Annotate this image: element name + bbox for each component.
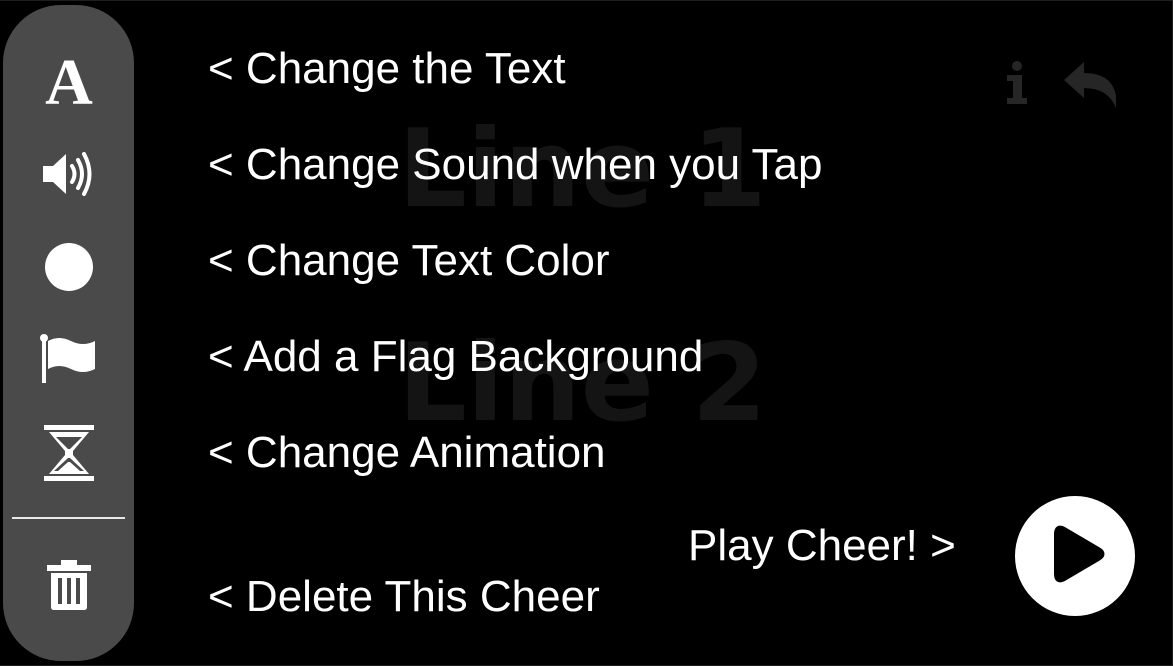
text-tool-button[interactable]: A [3, 42, 134, 122]
text-icon: A [45, 52, 93, 112]
hint-change-animation: < Change Animation [208, 428, 606, 477]
animation-tool-button[interactable] [3, 413, 134, 493]
hint-change-text: < Change the Text [208, 44, 566, 93]
hourglass-icon [43, 425, 94, 481]
hint-change-sound: < Change Sound when you Tap [208, 140, 823, 189]
sound-tool-button[interactable] [3, 134, 134, 214]
delete-tool-button[interactable] [3, 545, 134, 625]
sidebar-divider [12, 517, 125, 519]
color-tool-button[interactable] [3, 227, 134, 307]
play-button[interactable] [1015, 496, 1135, 616]
hint-change-color: < Change Text Color [208, 236, 610, 285]
sidebar-toolbar: A [3, 5, 134, 661]
color-circle-icon [44, 243, 93, 291]
trash-icon [46, 560, 91, 610]
undo-icon[interactable] [1060, 58, 1122, 114]
hint-delete-cheer: < Delete This Cheer [208, 572, 600, 621]
play-icon [1054, 525, 1105, 583]
flag-tool-button[interactable] [3, 319, 134, 399]
svg-text:A: A [45, 52, 93, 112]
info-icon[interactable] [1004, 60, 1030, 108]
flag-icon [39, 334, 95, 383]
hint-add-flag: < Add a Flag Background [208, 332, 704, 381]
speaker-icon [42, 152, 91, 196]
play-cheer-label: Play Cheer! > [688, 521, 956, 570]
